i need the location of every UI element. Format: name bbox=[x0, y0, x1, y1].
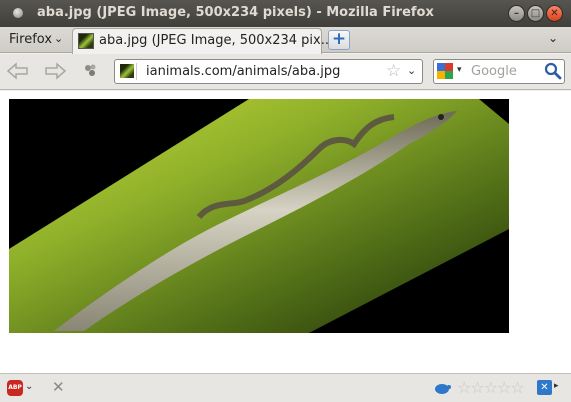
maximize-button[interactable]: □ bbox=[527, 5, 544, 22]
fish-photo bbox=[9, 99, 509, 333]
bookmark-star-icon[interactable]: ☆ bbox=[386, 61, 401, 81]
displayed-image[interactable] bbox=[9, 99, 509, 333]
close-window-button[interactable]: ✕ bbox=[546, 5, 563, 22]
close-addon-bar-button[interactable]: ✕ bbox=[52, 378, 65, 396]
page-content bbox=[0, 91, 571, 373]
window-menu-icon[interactable] bbox=[13, 8, 23, 18]
forward-button[interactable] bbox=[43, 61, 67, 81]
url-bar[interactable]: ianimals.com/animals/aba.jpg ☆ ⌄ bbox=[114, 59, 423, 84]
list-all-tabs-button[interactable]: ⌄ bbox=[548, 31, 558, 45]
search-input[interactable]: Google bbox=[471, 64, 517, 79]
site-identity-icon[interactable] bbox=[119, 63, 137, 80]
google-engine-icon[interactable] bbox=[437, 63, 454, 80]
search-bar[interactable]: ▾ Google bbox=[433, 59, 565, 84]
tab-bar: Firefox ⌄ aba.jpg (JPEG Image, 500x234 p… bbox=[0, 27, 571, 54]
navigation-toolbar: ianimals.com/animals/aba.jpg ☆ ⌄ ▾ Googl… bbox=[0, 54, 571, 90]
back-arrow-icon bbox=[6, 62, 28, 80]
search-engine-dropdown[interactable]: ▾ bbox=[457, 65, 462, 75]
minimize-button[interactable]: – bbox=[508, 5, 525, 22]
tab-aba-jpg[interactable]: aba.jpg (JPEG Image, 500x234 pix... bbox=[72, 28, 333, 54]
url-history-dropdown[interactable]: ⌄ bbox=[407, 64, 416, 77]
forward-arrow-icon bbox=[45, 62, 67, 80]
back-button[interactable] bbox=[6, 61, 30, 81]
tab-label: aba.jpg (JPEG Image, 500x234 pix... bbox=[99, 33, 334, 48]
tab-favicon-icon bbox=[78, 33, 94, 49]
firefox-menu-button[interactable]: Firefox ⌄ bbox=[2, 29, 70, 52]
url-input[interactable]: ianimals.com/animals/aba.jpg bbox=[146, 64, 340, 79]
firefox-menu-label: Firefox bbox=[9, 32, 53, 47]
addon-dropdown[interactable]: ▸ bbox=[554, 381, 559, 391]
window-titlebar: aba.jpg (JPEG Image, 500x234 pixels) - M… bbox=[0, 0, 571, 27]
status-bar: ABP ⌄ ✕ ☆☆☆☆☆ ✕ ▸ bbox=[0, 373, 571, 402]
tools-icon[interactable] bbox=[84, 62, 98, 76]
turtle-icon[interactable] bbox=[433, 380, 451, 396]
adblock-dropdown[interactable]: ⌄ bbox=[25, 381, 33, 392]
adblock-plus-icon[interactable]: ABP bbox=[7, 380, 23, 396]
addon-icon[interactable]: ✕ bbox=[537, 380, 552, 395]
search-icon[interactable] bbox=[544, 62, 562, 80]
chevron-down-icon: ⌄ bbox=[54, 32, 64, 45]
new-tab-button[interactable]: + bbox=[328, 30, 350, 50]
window-title: aba.jpg (JPEG Image, 500x234 pixels) - M… bbox=[37, 5, 434, 20]
rating-stars[interactable]: ☆☆☆☆☆ bbox=[457, 378, 525, 397]
